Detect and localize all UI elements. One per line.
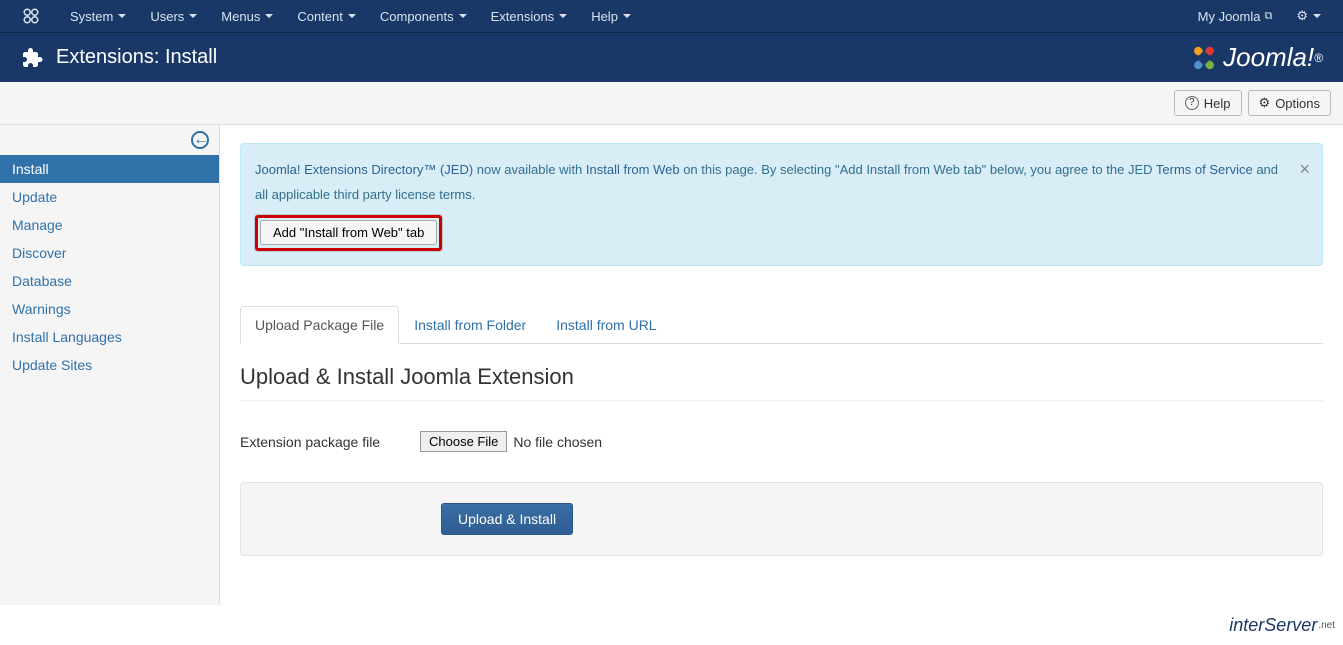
file-input-row: Extension package file Choose File No fi…	[240, 431, 1323, 452]
top-navbar: System Users Menus Content Components Ex…	[0, 0, 1343, 32]
gear-icon: ⚙	[1296, 8, 1308, 24]
sidebar-collapse[interactable]: ←	[0, 125, 219, 155]
nav-help[interactable]: Help	[579, 0, 643, 32]
sidebar-item-update-sites[interactable]: Update Sites	[0, 351, 219, 379]
chevron-down-icon	[189, 14, 197, 18]
help-button[interactable]: ? Help	[1174, 90, 1242, 116]
upload-install-button[interactable]: Upload & Install	[441, 503, 573, 535]
topnav-right: My Joomla ⧉ ⚙	[1186, 0, 1333, 32]
joomla-icon-menu[interactable]	[10, 0, 58, 32]
submit-well: Upload & Install	[240, 482, 1323, 556]
nav-users[interactable]: Users	[138, 0, 209, 32]
page-title: Extensions: Install	[56, 46, 217, 69]
external-link-icon: ⧉	[1264, 10, 1272, 23]
add-install-from-web-button[interactable]: Add "Install from Web" tab	[260, 220, 437, 245]
sidebar-item-manage[interactable]: Manage	[0, 211, 219, 239]
chevron-down-icon	[118, 14, 126, 18]
tos-link[interactable]: Terms of Service	[1156, 162, 1253, 177]
sidebar-item-database[interactable]: Database	[0, 267, 219, 295]
gear-icon: ⚙	[1259, 95, 1271, 111]
chevron-down-icon	[459, 14, 467, 18]
options-button[interactable]: ⚙ Options	[1248, 90, 1331, 116]
info-alert: × Joomla! Extensions Directory™ (JED) no…	[240, 143, 1323, 266]
close-icon[interactable]: ×	[1299, 152, 1310, 186]
interserver-logo: interServer.net	[1207, 615, 1335, 636]
chevron-down-icon	[348, 14, 356, 18]
header-left: Extensions: Install	[20, 46, 217, 70]
sidebar-item-warnings[interactable]: Warnings	[0, 295, 219, 323]
highlighted-button-frame: Add "Install from Web" tab	[255, 215, 442, 251]
arrow-left-circle-icon: ←	[191, 131, 209, 149]
section-heading: Upload & Install Joomla Extension	[240, 364, 1323, 401]
alert-text: on this page. By selecting "Add Install …	[680, 162, 1156, 177]
site-link[interactable]: My Joomla ⧉	[1186, 0, 1285, 32]
nav-content[interactable]: Content	[285, 0, 368, 32]
question-icon: ?	[1185, 96, 1199, 110]
nav-extensions[interactable]: Extensions	[479, 0, 580, 32]
choose-file-button[interactable]: Choose File	[420, 431, 507, 452]
joomla-brand-logo: Joomla!®	[1189, 42, 1323, 73]
sidebar-item-update[interactable]: Update	[0, 183, 219, 211]
jed-link[interactable]: Joomla! Extensions Directory™ (JED)	[255, 162, 473, 177]
joomla-logo-icon	[1189, 43, 1219, 73]
tab-install-url[interactable]: Install from URL	[541, 306, 671, 344]
sidebar-menu: Install Update Manage Discover Database …	[0, 155, 219, 379]
spacer	[261, 503, 441, 535]
nav-components[interactable]: Components	[368, 0, 479, 32]
file-chosen-status: No file chosen	[513, 434, 602, 450]
tab-install-folder[interactable]: Install from Folder	[399, 306, 541, 344]
nav-system[interactable]: System	[58, 0, 138, 32]
joomla-icon	[22, 7, 40, 25]
chevron-down-icon	[623, 14, 631, 18]
toolbar: ? Help ⚙ Options	[0, 82, 1343, 125]
sidebar-item-discover[interactable]: Discover	[0, 239, 219, 267]
page-header: Extensions: Install Joomla!®	[0, 32, 1343, 82]
chevron-down-icon	[559, 14, 567, 18]
crescent-icon	[1207, 616, 1227, 636]
content-area: × Joomla! Extensions Directory™ (JED) no…	[220, 125, 1343, 605]
install-tabs: Upload Package File Install from Folder …	[240, 306, 1323, 344]
settings-menu[interactable]: ⚙	[1284, 0, 1333, 32]
sidebar-item-install-languages[interactable]: Install Languages	[0, 323, 219, 351]
nav-menus[interactable]: Menus	[209, 0, 285, 32]
puzzle-icon	[20, 46, 44, 70]
topnav-left: System Users Menus Content Components Ex…	[10, 0, 643, 32]
sidebar-item-install[interactable]: Install	[0, 155, 219, 183]
package-file-label: Extension package file	[240, 434, 420, 450]
main-layout: ← Install Update Manage Discover Databas…	[0, 125, 1343, 605]
alert-text: now available with	[473, 162, 586, 177]
chevron-down-icon	[265, 14, 273, 18]
chevron-down-icon	[1313, 14, 1321, 18]
install-from-web-link[interactable]: Install from Web	[586, 162, 680, 177]
footer: interServer.net	[0, 605, 1343, 645]
sidebar: ← Install Update Manage Discover Databas…	[0, 125, 220, 605]
tab-upload-package[interactable]: Upload Package File	[240, 306, 399, 344]
